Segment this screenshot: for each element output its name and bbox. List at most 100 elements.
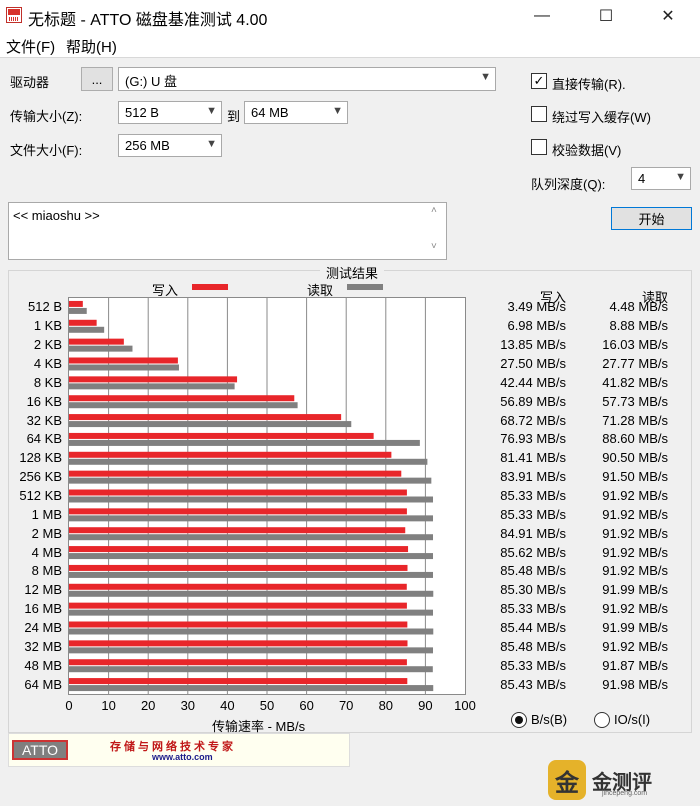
row-label: 1 MB: [31, 506, 62, 522]
verify-data-checkbox[interactable]: [531, 139, 547, 155]
scroll-up-icon[interactable]: ˄: [431, 205, 437, 216]
x-tick-label: 70: [338, 698, 354, 713]
write-value: 42.44 MB/s: [500, 374, 566, 390]
drive-select[interactable]: (G:) U 盘 ▼: [118, 67, 496, 91]
row-label: 16 MB: [24, 601, 62, 617]
read-value: 27.77 MB/s: [602, 356, 668, 371]
write-value: 85.33 MB/s: [500, 488, 566, 503]
legend-write-swatch: [192, 284, 228, 290]
close-button[interactable]: ✕: [645, 0, 691, 32]
write-value: 84.91 MB/s: [500, 525, 566, 541]
menu-help[interactable]: 帮助(H): [66, 36, 117, 57]
row-label: 2 KB: [33, 337, 62, 353]
x-tick-label: 100: [454, 698, 476, 713]
watermark-badge: 金: [548, 760, 586, 800]
write-bar-8-kb: [69, 376, 238, 383]
read-value: 91.92 MB/s: [602, 506, 668, 522]
bypass-cache-label: 绕过写入缓存(W): [552, 110, 651, 125]
transfer-from-value: 512 B: [125, 105, 159, 120]
write-bar-512-kb: [69, 489, 407, 496]
row-label: 4 KB: [33, 356, 62, 371]
direct-io-label: 直接传输(R).: [552, 77, 626, 92]
row-label: 128 KB: [19, 450, 62, 466]
write-value: 81.41 MB/s: [500, 450, 566, 466]
watermark-subtext: jincepeng.com: [602, 790, 648, 797]
read-bar-128-kb: [69, 458, 428, 465]
transfer-from-select[interactable]: 512 B ▼: [118, 101, 222, 124]
read-value: 91.99 MB/s: [602, 620, 668, 635]
write-bar-1-kb: [69, 319, 97, 326]
banner-url[interactable]: www.atto.com: [152, 752, 213, 762]
chevron-down-icon: ▼: [675, 171, 686, 183]
read-value: 91.92 MB/s: [602, 525, 668, 541]
write-bar-1-mb: [69, 508, 407, 515]
read-bar-8-kb: [69, 383, 235, 390]
description-textarea[interactable]: [8, 202, 447, 260]
read-bar-32-kb: [69, 421, 352, 428]
write-bar-512-b: [69, 300, 83, 307]
read-value: 91.98 MB/s: [602, 676, 668, 692]
row-label: 16 KB: [26, 393, 62, 409]
read-bar-32-mb: [69, 647, 434, 654]
write-value: 68.72 MB/s: [500, 412, 566, 428]
chevron-down-icon: ▼: [206, 138, 217, 150]
read-value: 91.92 MB/s: [602, 601, 668, 617]
direct-io-checkbox[interactable]: ✓: [531, 73, 547, 89]
chevron-down-icon: ▼: [480, 71, 491, 83]
scroll-down-icon[interactable]: ˅: [431, 241, 437, 252]
read-value: 41.82 MB/s: [602, 374, 668, 390]
queue-depth-value: 4: [638, 171, 646, 186]
write-value: 76.93 MB/s: [500, 431, 566, 447]
write-bar-128-kb: [69, 451, 392, 458]
bytes-per-sec-label: B/s(B): [531, 712, 568, 727]
read-value: 91.92 MB/s: [602, 638, 668, 654]
read-bar-4-kb: [69, 364, 179, 371]
row-label: 64 MB: [24, 676, 62, 692]
io-per-sec-radio[interactable]: [594, 712, 610, 728]
read-bar-2-kb: [69, 345, 133, 352]
minimize-button[interactable]: —: [519, 0, 565, 32]
write-value: 85.33 MB/s: [500, 657, 566, 673]
transfer-to-select[interactable]: 64 MB ▼: [244, 101, 348, 124]
queue-depth-select[interactable]: 4 ▼: [631, 167, 691, 190]
queue-depth-label: 队列深度(Q):: [531, 177, 606, 192]
write-bar-64-kb: [69, 432, 374, 439]
write-value: 85.33 MB/s: [500, 506, 566, 522]
file-size-value: 256 MB: [125, 138, 170, 153]
read-bar-512-b: [69, 307, 87, 314]
maximize-button[interactable]: ☐: [583, 0, 629, 32]
description-scrollbar[interactable]: ˄ ˅: [426, 203, 446, 259]
row-label: 48 MB: [24, 657, 62, 673]
file-size-select[interactable]: 256 MB ▼: [118, 134, 222, 157]
file-size-label: 文件大小(F):: [10, 143, 83, 158]
read-value: 71.28 MB/s: [602, 412, 668, 428]
bytes-per-sec-radio[interactable]: [511, 712, 527, 728]
legend-read-swatch: [347, 284, 383, 290]
x-tick-label: 20: [140, 698, 156, 713]
write-value: 3.49 MB/s: [507, 299, 566, 315]
read-bar-1-kb: [69, 326, 105, 333]
to-label: 到: [227, 109, 241, 124]
write-value: 85.48 MB/s: [500, 638, 566, 654]
browse-button[interactable]: ...: [81, 67, 113, 91]
write-value: 13.85 MB/s: [500, 337, 566, 353]
read-value: 91.87 MB/s: [602, 657, 668, 673]
start-button[interactable]: 开始: [611, 207, 692, 230]
read-bar-64-mb: [69, 685, 434, 692]
menu-file[interactable]: 文件(F): [6, 36, 55, 57]
write-bar-16-kb: [69, 395, 295, 402]
write-value: 85.30 MB/s: [500, 582, 566, 598]
read-bar-1-mb: [69, 515, 434, 522]
drive-label: 驱动器: [10, 75, 50, 90]
read-bar-16-mb: [69, 609, 434, 616]
x-tick-label: 40: [220, 698, 235, 713]
write-bar-48-mb: [69, 659, 407, 666]
row-label: 8 KB: [33, 374, 62, 390]
read-value: 91.50 MB/s: [602, 469, 668, 485]
read-bar-4-mb: [69, 553, 434, 560]
bypass-cache-checkbox[interactable]: [531, 106, 547, 122]
read-value: 57.73 MB/s: [602, 393, 668, 409]
write-bar-256-kb: [69, 470, 402, 477]
row-label: 4 MB: [31, 544, 62, 560]
read-bar-12-mb: [69, 590, 434, 597]
